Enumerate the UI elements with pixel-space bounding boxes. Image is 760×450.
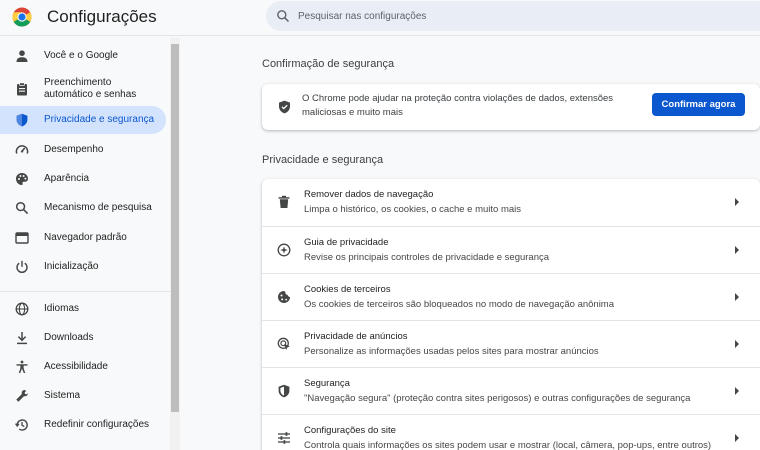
row-title: Segurança	[304, 378, 350, 389]
safety-check-description: O Chrome pode ajudar na proteção contra …	[302, 93, 614, 118]
main-content: Confirmação de segurança O Chrome pode a…	[180, 38, 760, 450]
safety-check-heading: Confirmação de segurança	[262, 58, 395, 70]
sidebar-item-label: Você e o Google	[44, 50, 118, 61]
confirm-now-button[interactable]: Confirmar agora	[652, 93, 745, 116]
chevron-right-icon	[735, 198, 739, 206]
chevron-right-icon	[735, 387, 739, 395]
sidebar-item-label: Sistema	[44, 390, 81, 401]
search-input[interactable]	[298, 1, 738, 31]
row-subtitle: Limpa o histórico, os cookies, o cache e…	[304, 204, 522, 215]
sidebar-item-label: Inicialização	[44, 261, 99, 272]
row-subtitle: Controla quais informações os sites pode…	[304, 440, 712, 450]
row-subtitle: Revise os principais controles de privac…	[304, 252, 550, 263]
sidebar-item-label: Privacidade e segurança	[44, 114, 155, 125]
row-title: Guia de privacidade	[304, 237, 389, 248]
search-box[interactable]	[266, 1, 760, 31]
sidebar-divider	[0, 291, 170, 292]
sidebar-item-voce-e-o-google[interactable]: Você e o Google	[0, 42, 166, 70]
shield-icon	[16, 113, 28, 127]
site-settings-row[interactable]: Configurações do site Controla quais inf…	[262, 414, 760, 450]
sidebar-item-label: Desempenho	[44, 144, 104, 155]
row-subtitle: Os cookies de terceiros são bloqueados n…	[304, 299, 615, 310]
cookie-icon	[278, 291, 290, 303]
remove-browsing-data-row[interactable]: Remover dados de navegação Limpa o histó…	[262, 179, 760, 226]
shield-icon	[279, 100, 290, 114]
row-subtitle: Personalize as informações usadas pelos …	[304, 346, 599, 357]
top-bar: Configurações	[0, 0, 760, 36]
security-row[interactable]: Segurança "Navegação segura" (proteção c…	[262, 367, 760, 414]
sidebar-item-label: Redefinir configurações	[44, 419, 150, 430]
row-title: Remover dados de navegação	[304, 189, 434, 200]
chrome-logo-icon	[12, 7, 32, 27]
sidebar-item-label: Navegador padrão	[44, 232, 127, 243]
security-shield-icon	[278, 384, 290, 398]
privacy-settings-card: Remover dados de navegação Limpa o histó…	[262, 179, 760, 450]
sidebar-item-sistema[interactable]: Sistema	[0, 382, 166, 410]
speedometer-icon	[15, 145, 29, 154]
globe-icon	[15, 302, 29, 316]
sidebar-item-downloads[interactable]: Downloads	[0, 324, 166, 352]
search-icon	[15, 201, 29, 215]
sliders-icon	[278, 432, 290, 444]
clipboard-icon	[17, 82, 27, 96]
chevron-right-icon	[735, 293, 739, 301]
compass-icon	[277, 243, 291, 257]
sidebar-item-mecanismo[interactable]: Mecanismo de pesquisa	[0, 194, 166, 222]
third-party-cookies-row[interactable]: Cookies de terceiros Os cookies de terce…	[262, 273, 760, 320]
chevron-right-icon	[735, 246, 739, 254]
sidebar-item-inicializacao[interactable]: Inicialização	[0, 253, 166, 281]
ads-privacy-icon	[277, 337, 290, 350]
privacy-guide-row[interactable]: Guia de privacidade Revise os principais…	[262, 226, 760, 273]
sidebar-item-label: Acessibilidade	[44, 361, 108, 372]
sidebar-item-redefinir[interactable]: Redefinir configurações	[0, 411, 166, 439]
row-title: Cookies de terceiros	[304, 284, 391, 295]
privacy-heading: Privacidade e segurança	[262, 154, 384, 166]
scrollbar-thumb[interactable]	[171, 44, 179, 412]
row-title: Configurações do site	[304, 425, 396, 436]
person-icon	[16, 50, 28, 62]
trash-icon	[278, 195, 290, 208]
settings-window: Configurações Você e o Google	[0, 0, 760, 450]
sidebar-item-desempenho[interactable]: Desempenho	[0, 136, 166, 164]
history-icon	[15, 419, 28, 431]
download-icon	[17, 332, 27, 345]
sidebar-item-label: Idiomas	[44, 303, 80, 314]
sidebar-item-aparencia[interactable]: Aparência	[0, 165, 166, 193]
chevron-right-icon	[735, 340, 739, 348]
sidebar-item-navegador-padrao[interactable]: Navegador padrão	[0, 224, 166, 252]
palette-icon	[16, 173, 28, 185]
sidebar-item-label: Downloads	[44, 332, 94, 343]
chevron-right-icon	[735, 434, 739, 442]
page-title: Configurações	[47, 7, 157, 26]
sidebar-item-idiomas[interactable]: Idiomas	[0, 295, 166, 323]
safety-check-card: O Chrome pode ajudar na proteção contra …	[262, 84, 760, 130]
sidebar-item-acessibilidade[interactable]: Acessibilidade	[0, 353, 166, 381]
sidebar-item-label: Preenchimento automático e senhas	[44, 77, 137, 100]
sidebar-item-label: Aparência	[44, 173, 90, 184]
power-icon	[16, 260, 28, 274]
ads-privacy-row[interactable]: Privacidade de anúncios Personalize as i…	[262, 320, 760, 367]
row-subtitle: "Navegação segura" (proteção contra site…	[304, 393, 691, 404]
wrench-icon	[16, 390, 28, 402]
accessibility-icon	[16, 360, 28, 373]
sidebar-item-privacidade[interactable]: Privacidade e segurança	[0, 106, 166, 134]
sidebar: Você e o Google Preenchimento automático…	[0, 38, 170, 450]
sidebar-item-preenchimento[interactable]: Preenchimento automático e senhas	[0, 72, 166, 106]
sidebar-item-label: Mecanismo de pesquisa	[44, 202, 152, 213]
browser-icon	[15, 232, 29, 244]
search-icon	[277, 10, 290, 23]
sidebar-scrollbar[interactable]	[170, 38, 180, 450]
row-title: Privacidade de anúncios	[304, 331, 408, 342]
